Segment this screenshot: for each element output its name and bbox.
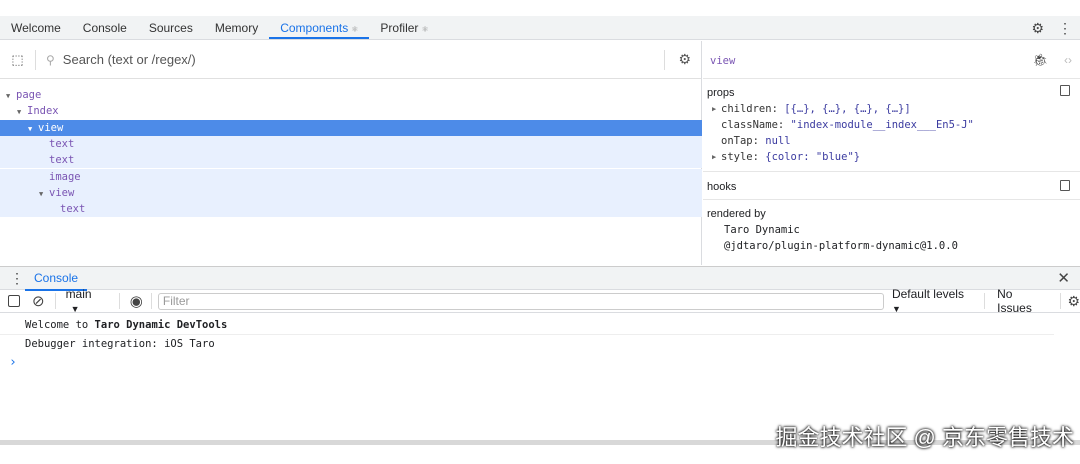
console-messages: Welcome to Taro Dynamic DevTools Debugge… bbox=[0, 316, 1054, 372]
react-icon: ⚛ bbox=[351, 25, 359, 34]
hooks-section: hooks bbox=[703, 172, 1080, 200]
tab-sources[interactable]: Sources bbox=[138, 16, 204, 39]
tab-label: Profiler bbox=[380, 21, 419, 35]
message-text: Welcome to bbox=[25, 319, 95, 331]
tab-profiler[interactable]: Profiler ⚛ bbox=[369, 16, 439, 39]
selected-component-name: view bbox=[710, 55, 736, 67]
props-label: props bbox=[707, 87, 735, 99]
tree-node-label: text bbox=[49, 154, 75, 167]
expand-arrow-icon[interactable]: ▶ bbox=[712, 149, 716, 165]
prop-row[interactable]: onTap: null bbox=[707, 133, 1076, 149]
settings-gear-icon[interactable]: ⚙ bbox=[678, 51, 691, 68]
component-search-bar: ⬚ ⚲ Search (text or /regex/) ⚙ bbox=[0, 41, 701, 79]
message-text: Debugger integration: iOS Taro bbox=[25, 338, 215, 350]
tree-node-text[interactable]: text bbox=[0, 201, 702, 218]
tab-components[interactable]: Components ⚛ bbox=[269, 16, 370, 39]
component-tree-panel: ⬚ ⚲ Search (text or /regex/) ⚙ ▼ page ▼ Ind… bbox=[0, 41, 702, 265]
expand-arrow-icon[interactable]: ▶ bbox=[712, 101, 716, 117]
prop-value[interactable]: null bbox=[765, 135, 790, 147]
tab-memory[interactable]: Memory bbox=[204, 16, 269, 39]
prop-row[interactable]: ▶ style: {color: "blue"} bbox=[707, 149, 1076, 165]
clear-console-icon[interactable]: ⊘ bbox=[32, 292, 45, 310]
watermark: 掘金技术社区 @ 京东零售技术 bbox=[775, 425, 1074, 450]
hooks-label: hooks bbox=[707, 181, 737, 193]
tab-label: Components bbox=[280, 21, 349, 35]
tree-node-view[interactable]: ▼ view bbox=[0, 184, 702, 202]
prop-value[interactable]: "index-module__index___En5-J" bbox=[791, 119, 974, 131]
copy-icon[interactable] bbox=[1060, 180, 1070, 191]
search-icon: ⚲ bbox=[46, 52, 55, 67]
tree-node-label: text bbox=[49, 137, 75, 150]
inspector-header: view 🐞︎ ‹› bbox=[703, 41, 1080, 79]
message-bold-text: Taro Dynamic DevTools bbox=[94, 319, 228, 331]
context-select[interactable]: main ▼ bbox=[66, 287, 109, 315]
settings-gear-icon[interactable]: ⚙ bbox=[1031, 20, 1044, 37]
prop-key: children: bbox=[721, 103, 778, 115]
select-element-icon[interactable]: ⬚ bbox=[0, 49, 36, 70]
renderer-package: @jdtaro/plugin-platform-dynamic@1.0.0 bbox=[724, 240, 958, 252]
copy-icon[interactable] bbox=[1060, 85, 1070, 96]
console-prompt[interactable]: › bbox=[0, 354, 1054, 372]
tree-node-page[interactable]: ▼ page bbox=[0, 87, 702, 103]
prop-key: onTap: bbox=[721, 135, 759, 147]
expand-arrow-icon[interactable]: ▼ bbox=[17, 104, 27, 120]
tree-node-view[interactable]: ▼ view bbox=[0, 119, 702, 137]
tab-welcome[interactable]: Welcome bbox=[0, 16, 72, 39]
tab-console[interactable]: Console bbox=[72, 16, 138, 39]
rendered-by-label: rendered by bbox=[707, 208, 766, 220]
expand-arrow-icon[interactable]: ▼ bbox=[6, 88, 16, 104]
tree-node-image[interactable]: image bbox=[0, 168, 702, 185]
tree-node-label: Index bbox=[27, 105, 59, 118]
expand-arrow-icon[interactable]: ▼ bbox=[28, 121, 38, 137]
tree-node-label: view bbox=[38, 121, 64, 134]
tree-node-label: text bbox=[60, 203, 86, 216]
prop-value[interactable]: [{…}, {…}, {…}, {…}] bbox=[784, 103, 910, 115]
react-icon: ⚛ bbox=[421, 25, 429, 34]
console-toolbar: ⊘ main ▼ ◉ Filter Default levels ▼ No Is… bbox=[0, 287, 1080, 315]
eye-icon[interactable]: ◉ bbox=[130, 292, 143, 310]
sidebar-toggle-icon[interactable] bbox=[8, 295, 20, 307]
log-levels-label: Default levels bbox=[891, 287, 964, 301]
renderer-name: Taro Dynamic bbox=[724, 224, 800, 236]
rendered-by-section: rendered by Taro Dynamic @jdtaro/plugin-… bbox=[703, 200, 1080, 260]
more-vertical-icon[interactable]: ⋮ bbox=[10, 270, 24, 287]
tree-node-label: image bbox=[49, 170, 81, 183]
inspector-panel: view 🐞︎ ‹› props ▶ children: [{…}, {…}, {… bbox=[703, 41, 1080, 265]
context-value: main bbox=[65, 287, 92, 301]
main-tab-bar: Welcome Console Sources Memory Component… bbox=[0, 16, 1080, 40]
prop-value[interactable]: {color: "blue"} bbox=[765, 151, 860, 163]
expand-arrow-icon[interactable]: ▼ bbox=[39, 186, 49, 202]
tree-node-text[interactable]: text bbox=[0, 152, 702, 169]
prop-row[interactable]: className: "index-module__index___En5-J" bbox=[707, 117, 1076, 133]
bug-icon[interactable]: 🐞︎ bbox=[1033, 41, 1048, 79]
prop-row[interactable]: ▶ children: [{…}, {…}, {…}, {…}] bbox=[707, 101, 1076, 117]
divider bbox=[664, 50, 665, 70]
issues-button[interactable]: No Issues bbox=[997, 287, 1050, 315]
search-input[interactable]: Search (text or /regex/) bbox=[63, 52, 196, 67]
prop-key: style: bbox=[721, 151, 759, 163]
tree-node-label: page bbox=[16, 89, 42, 101]
filter-input[interactable]: Filter bbox=[157, 292, 884, 310]
view-source-icon[interactable]: ‹› bbox=[1064, 41, 1072, 79]
tree-node-text[interactable]: text bbox=[0, 135, 702, 152]
more-vertical-icon[interactable]: ⋮ bbox=[1058, 20, 1072, 37]
log-levels-dropdown[interactable]: Default levels ▼ bbox=[892, 287, 976, 315]
prop-key: className: bbox=[721, 119, 785, 131]
console-settings-icon[interactable]: ⚙ bbox=[1067, 293, 1080, 310]
props-section: props ▶ children: [{…}, {…}, {…}, {…}] cla… bbox=[703, 79, 1080, 172]
tree-node-label: view bbox=[49, 186, 75, 199]
close-icon[interactable]: ✕ bbox=[1057, 269, 1070, 287]
console-message: Debugger integration: iOS Taro bbox=[0, 335, 1054, 354]
console-message: Welcome to Taro Dynamic DevTools bbox=[0, 316, 1054, 335]
tree-node-index[interactable]: ▼ Index bbox=[0, 103, 702, 119]
